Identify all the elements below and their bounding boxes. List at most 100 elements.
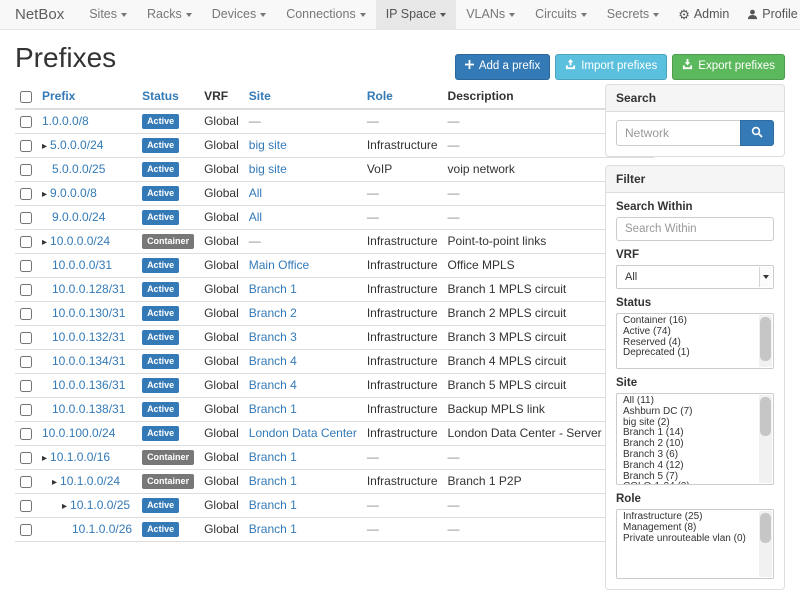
prefix-link[interactable]: 10.0.0.0/31 <box>52 258 112 272</box>
prefix-link[interactable]: 5.0.0.0/25 <box>52 162 105 176</box>
site-empty: — <box>249 114 261 128</box>
row-checkbox[interactable] <box>20 452 32 464</box>
prefix-link[interactable]: 10.0.0.138/31 <box>52 402 125 416</box>
row-checkbox[interactable] <box>20 404 32 416</box>
site-link[interactable]: Branch 4 <box>249 378 297 392</box>
vrf-select[interactable]: All <box>616 265 774 289</box>
row-checkbox[interactable] <box>20 188 32 200</box>
row-checkbox[interactable] <box>20 212 32 224</box>
site-listbox[interactable]: All (11)Ashburn DC (7)big site (2)Branch… <box>616 393 774 485</box>
column-header-description: Description <box>448 89 514 103</box>
nav-item-sites[interactable]: Sites <box>79 0 137 29</box>
row-checkbox[interactable] <box>20 260 32 272</box>
role-listbox[interactable]: Infrastructure (25)Management (8)Private… <box>616 509 774 579</box>
site-link[interactable]: big site <box>249 162 287 176</box>
status-listbox[interactable]: Container (16)Active (74)Reserved (4)Dep… <box>616 313 774 369</box>
row-checkbox[interactable] <box>20 428 32 440</box>
site-link[interactable]: All <box>249 186 262 200</box>
prefix-link[interactable]: 10.0.0.130/31 <box>52 306 125 320</box>
row-checkbox[interactable] <box>20 308 32 320</box>
site-link[interactable]: Branch 1 <box>249 498 297 512</box>
role-scrollbar[interactable] <box>759 511 772 577</box>
prefix-link[interactable]: 9.0.0.0/24 <box>52 210 105 224</box>
row-checkbox[interactable] <box>20 500 32 512</box>
column-sort-status[interactable]: Status <box>142 89 179 103</box>
row-checkbox[interactable] <box>20 116 32 128</box>
select-all-checkbox[interactable] <box>20 91 32 103</box>
nav-item-secrets[interactable]: Secrets <box>597 0 669 29</box>
column-sort-site[interactable]: Site <box>249 89 271 103</box>
prefix-link[interactable]: 1.0.0.0/8 <box>42 114 89 128</box>
netbox-brand[interactable]: NetBox <box>0 0 79 29</box>
prefix-link[interactable]: 10.0.0.0/24 <box>50 234 110 248</box>
column-sort-role[interactable]: Role <box>367 89 393 103</box>
nav-item-circuits[interactable]: Circuits <box>525 0 597 29</box>
prefix-link[interactable]: 10.0.0.134/31 <box>52 354 125 368</box>
prefix-link[interactable]: 10.0.0.128/31 <box>52 282 125 296</box>
row-checkbox[interactable] <box>20 332 32 344</box>
site-option[interactable]: Ashburn DC (7) <box>617 407 773 418</box>
table-row: ▸9.0.0.0/8ActiveGlobalAll—— <box>15 182 654 206</box>
site-link[interactable]: Branch 3 <box>249 330 297 344</box>
nav-item-racks[interactable]: Racks <box>137 0 202 29</box>
nav-item-vlans[interactable]: VLANs <box>456 0 525 29</box>
row-checkbox[interactable] <box>20 236 32 248</box>
status-option[interactable]: Active (74) <box>617 327 773 338</box>
row-checkbox[interactable] <box>20 380 32 392</box>
status-scrollbar[interactable] <box>759 315 772 367</box>
prefix-link[interactable]: 5.0.0.0/24 <box>50 138 103 152</box>
export-prefixes-button[interactable]: Export prefixes <box>672 54 785 80</box>
site-link[interactable]: All <box>249 210 262 224</box>
row-checkbox[interactable] <box>20 284 32 296</box>
prefix-link[interactable]: 10.1.0.0/24 <box>60 474 120 488</box>
site-link[interactable]: Branch 1 <box>249 450 297 464</box>
vrf-select-arrow[interactable] <box>759 267 772 287</box>
role-option[interactable]: Management (8) <box>617 523 773 534</box>
prefix-link[interactable]: 10.0.100.0/24 <box>42 426 115 440</box>
site-link[interactable]: Branch 1 <box>249 522 297 536</box>
site-scrollbar-thumb[interactable] <box>760 397 771 436</box>
expand-arrow-icon: ▸ <box>42 237 47 248</box>
prefix-link[interactable]: 10.0.0.136/31 <box>52 378 125 392</box>
prefix-link[interactable]: 10.1.0.0/26 <box>72 522 132 536</box>
column-sort-prefix[interactable]: Prefix <box>42 89 75 103</box>
user-menu-profile[interactable]: Profile <box>738 0 800 29</box>
nav-item-ip-space[interactable]: IP Space <box>376 0 457 29</box>
status-scrollbar-thumb[interactable] <box>760 317 771 361</box>
site-link[interactable]: London Data Center <box>249 426 357 440</box>
user-menu-admin[interactable]: ⚙Admin <box>669 0 738 29</box>
site-scrollbar[interactable] <box>759 395 772 483</box>
prefix-link[interactable]: 10.1.0.0/25 <box>70 498 130 512</box>
search-button[interactable] <box>740 120 774 146</box>
site-option[interactable]: COLO-1-24 (3) <box>617 482 773 484</box>
prefix-link[interactable]: 10.1.0.0/16 <box>50 450 110 464</box>
site-link[interactable]: Main Office <box>249 258 309 272</box>
role-scrollbar-thumb[interactable] <box>760 513 771 543</box>
site-link[interactable]: Branch 1 <box>249 474 297 488</box>
nav-item-connections[interactable]: Connections <box>276 0 376 29</box>
row-checkbox[interactable] <box>20 356 32 368</box>
status-option[interactable]: Deprecated (1) <box>617 348 773 359</box>
prefix-link[interactable]: 9.0.0.0/8 <box>50 186 97 200</box>
table-row: ▸5.0.0.0/24ActiveGlobalbig siteInfrastru… <box>15 134 654 158</box>
nav-item-devices[interactable]: Devices <box>202 0 276 29</box>
search-input[interactable] <box>616 120 740 146</box>
status-badge: Active <box>142 402 179 417</box>
search-within-input[interactable] <box>616 217 774 241</box>
status-label: Status <box>616 297 774 309</box>
site-link[interactable]: big site <box>249 138 287 152</box>
site-link[interactable]: Branch 1 <box>249 402 297 416</box>
row-checkbox[interactable] <box>20 476 32 488</box>
site-link[interactable]: Branch 2 <box>249 306 297 320</box>
add-a-prefix-button[interactable]: Add a prefix <box>455 54 550 80</box>
site-link[interactable]: Branch 4 <box>249 354 297 368</box>
row-checkbox[interactable] <box>20 164 32 176</box>
row-checkbox[interactable] <box>20 524 32 536</box>
import-prefixes-button[interactable]: Import prefixes <box>555 54 667 80</box>
row-checkbox[interactable] <box>20 140 32 152</box>
site-option[interactable]: Branch 4 (12) <box>617 461 773 472</box>
site-link[interactable]: Branch 1 <box>249 282 297 296</box>
role-option[interactable]: Private unrouteable vlan (0) <box>617 534 773 545</box>
role-option[interactable]: Infrastructure (25) <box>617 512 773 523</box>
prefix-link[interactable]: 10.0.0.132/31 <box>52 330 125 344</box>
